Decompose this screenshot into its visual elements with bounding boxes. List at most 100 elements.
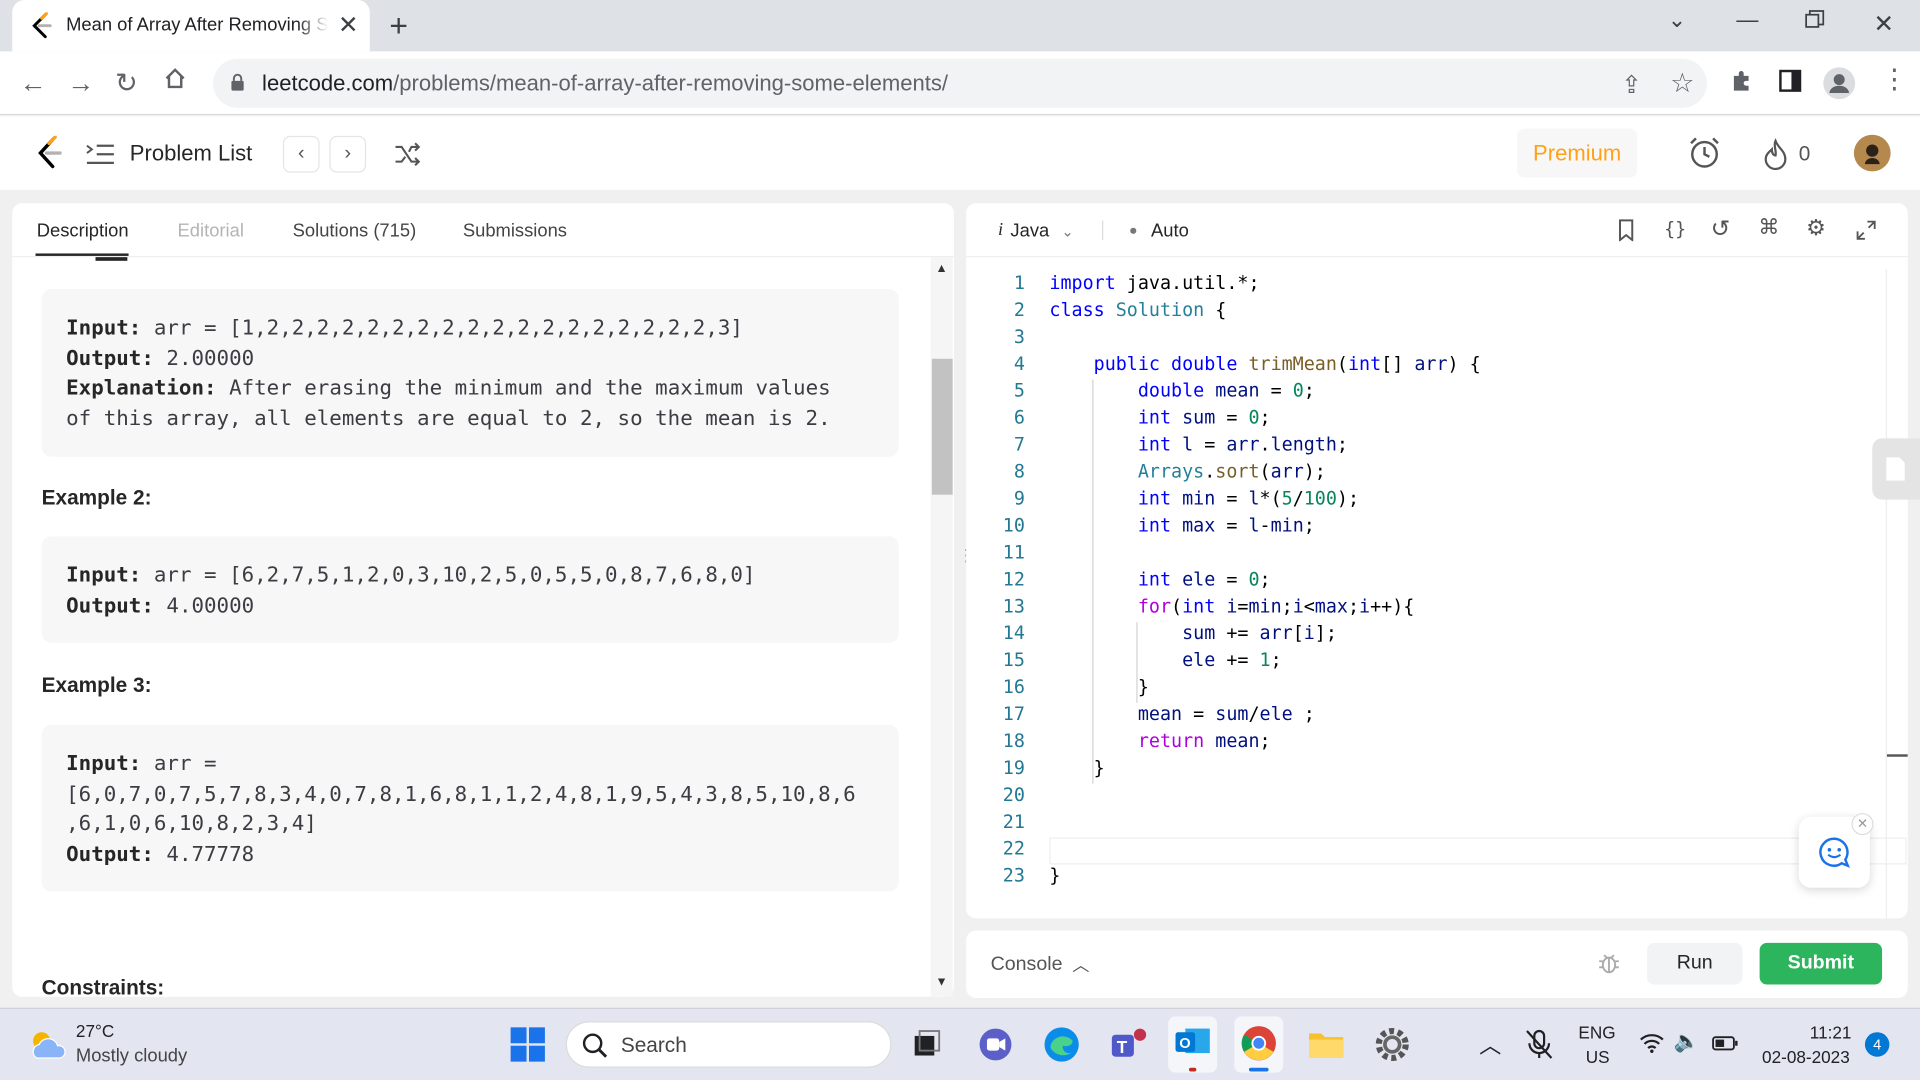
code-line: class Solution { (1049, 298, 1227, 321)
clock-time[interactable]: 11:21 (1810, 1022, 1852, 1042)
code-line: import java.util.*; (1049, 271, 1260, 294)
tab-submissions[interactable]: Submissions (463, 220, 567, 241)
back-icon[interactable]: ← (20, 67, 47, 99)
chat-app-icon[interactable] (975, 1024, 1017, 1066)
next-problem-button[interactable]: › (329, 135, 367, 173)
volume-icon[interactable]: 🔈 (1674, 1030, 1700, 1054)
notes-side-button[interactable] (1872, 438, 1920, 500)
code-line: double mean = 0; (1137, 379, 1315, 402)
tab-description[interactable]: Description (37, 220, 129, 241)
bookmark-star-icon[interactable]: ☆ (1670, 67, 1694, 99)
active-tab-underline (35, 253, 129, 256)
run-button[interactable]: Run (1646, 942, 1743, 985)
clock-date[interactable]: 02-08-2023 (1762, 1047, 1850, 1067)
shortcuts-icon[interactable]: ⌘ (1758, 216, 1779, 240)
problem-list-link[interactable]: Problem List (130, 141, 253, 167)
editor-scroll-track[interactable] (1885, 269, 1887, 919)
problem-list-icon[interactable] (86, 142, 115, 166)
settings-gear-icon[interactable]: ⚙ (1806, 216, 1826, 242)
current-line-highlight (1049, 837, 1907, 865)
edge-browser-icon[interactable] (1041, 1024, 1083, 1066)
home-icon[interactable] (163, 66, 187, 98)
outlook-active-indicator (1188, 1067, 1197, 1072)
code-editor[interactable]: 1 2 3 4 5 6 7 8 9 10 11 12 13 14 15 16 1… (966, 269, 1908, 919)
code-line: sum += arr[i]; (1182, 622, 1337, 645)
reload-icon[interactable]: ↻ (115, 67, 138, 99)
code-line: int l = arr.length; (1137, 433, 1348, 456)
format-braces-icon[interactable]: {} (1664, 218, 1686, 240)
scrollbar-thumb[interactable] (931, 358, 953, 495)
chrome-icon[interactable] (1234, 1016, 1284, 1073)
task-view-icon[interactable] (907, 1024, 949, 1066)
taskbar-search[interactable]: Search (565, 1021, 892, 1068)
search-placeholder: Search (620, 1033, 687, 1057)
premium-button[interactable]: Premium (1517, 128, 1638, 178)
debug-bug-icon[interactable] (1597, 951, 1621, 975)
fullscreen-icon[interactable] (1856, 220, 1876, 240)
description-tabs: Description Editorial Solutions (715) Su… (12, 203, 954, 258)
shuffle-icon[interactable] (394, 142, 421, 167)
notification-badge[interactable]: 4 (1864, 1032, 1890, 1057)
close-window-icon[interactable]: ✕ (1873, 9, 1894, 40)
user-avatar[interactable] (1853, 134, 1891, 172)
chevron-down-icon: ⌄ (1061, 222, 1074, 240)
minimize-icon[interactable]: — (1736, 7, 1758, 33)
close-feedback-icon[interactable]: ✕ (1851, 813, 1874, 836)
profile-avatar-icon[interactable] (1823, 67, 1856, 100)
address-bar[interactable]: leetcode.com/problems/mean-of-array-afte… (213, 58, 1707, 108)
tab-search-chevron-icon[interactable]: ⌄ (1668, 7, 1686, 33)
wifi-icon[interactable] (1640, 1033, 1664, 1053)
status-dot (1130, 227, 1137, 234)
battery-icon[interactable] (1712, 1036, 1739, 1051)
windows-start-icon[interactable] (509, 1026, 546, 1063)
extensions-icon[interactable] (1729, 69, 1753, 101)
lock-icon (231, 73, 244, 91)
tab-solutions[interactable]: Solutions (715) (293, 220, 417, 241)
lang-eng[interactable]: ENG (1578, 1022, 1615, 1042)
microphone-muted-icon[interactable] (1525, 1029, 1554, 1061)
streak-fire-icon[interactable] (1762, 138, 1789, 171)
scroll-up-arrow-icon[interactable]: ▲ (936, 262, 948, 275)
submit-button[interactable]: Submit (1759, 942, 1883, 985)
teams-icon[interactable]: T (1107, 1024, 1149, 1066)
search-icon (582, 1033, 608, 1058)
code-editor-panel: i Java ⌄ Auto {} ↺ ⌘ ⚙ 1 2 3 4 5 6 7 8 9… (966, 203, 1908, 919)
close-tab-icon[interactable]: ✕ (338, 10, 359, 41)
svg-text:T: T (1117, 1037, 1128, 1057)
streak-count: 0 (1798, 142, 1811, 166)
line-number: 12 (1002, 568, 1025, 591)
reset-code-icon[interactable]: ↺ (1711, 216, 1730, 244)
language-select[interactable]: i Java ⌄ (998, 220, 1074, 241)
browser-tab[interactable]: Mean of Array After Removing Some Elemen… (12, 0, 370, 52)
console-toggle[interactable]: Console ︿ (991, 953, 1090, 977)
line-number: 6 (1013, 406, 1025, 429)
cloudy-weather-icon[interactable] (27, 1029, 69, 1061)
alarm-clock-icon[interactable] (1687, 136, 1721, 170)
side-panel-icon[interactable] (1778, 69, 1802, 101)
prev-problem-button[interactable]: ‹ (282, 135, 320, 173)
scroll-down-arrow-icon[interactable]: ▼ (936, 976, 948, 989)
line-number: 22 (1002, 837, 1025, 860)
outlook-icon[interactable]: O (1168, 1016, 1218, 1073)
svg-text:O: O (1179, 1036, 1190, 1052)
tab-editorial[interactable]: Editorial (178, 220, 244, 241)
auto-mode-toggle[interactable]: Auto (1130, 220, 1189, 241)
share-icon[interactable]: ⇪ (1621, 70, 1642, 101)
clipped-heading-fragment (95, 257, 128, 261)
java-info-icon: i (997, 220, 1004, 241)
chrome-menu-icon[interactable]: ⋮ (1881, 64, 1908, 96)
bookmark-icon[interactable] (1618, 219, 1635, 242)
browser-toolbar: ← → ↻ leetcode.com/problems/mean-of-arra… (0, 51, 1920, 116)
chrome-active-indicator (1248, 1067, 1269, 1072)
new-tab-icon[interactable]: + (389, 7, 408, 45)
leetcode-logo-icon[interactable] (34, 135, 63, 170)
tray-chevron-up-icon[interactable]: ︿ (1479, 1029, 1501, 1061)
settings-app-icon[interactable] (1371, 1024, 1413, 1066)
file-explorer-icon[interactable] (1305, 1024, 1347, 1066)
restore-icon[interactable] (1805, 10, 1825, 36)
lang-us[interactable]: US (1586, 1047, 1610, 1067)
note-icon (1886, 457, 1905, 481)
forward-icon[interactable]: → (67, 67, 94, 99)
line-number: 4 (1013, 352, 1025, 375)
code-line: for(int i=min;i<max;i++){ (1137, 595, 1415, 618)
